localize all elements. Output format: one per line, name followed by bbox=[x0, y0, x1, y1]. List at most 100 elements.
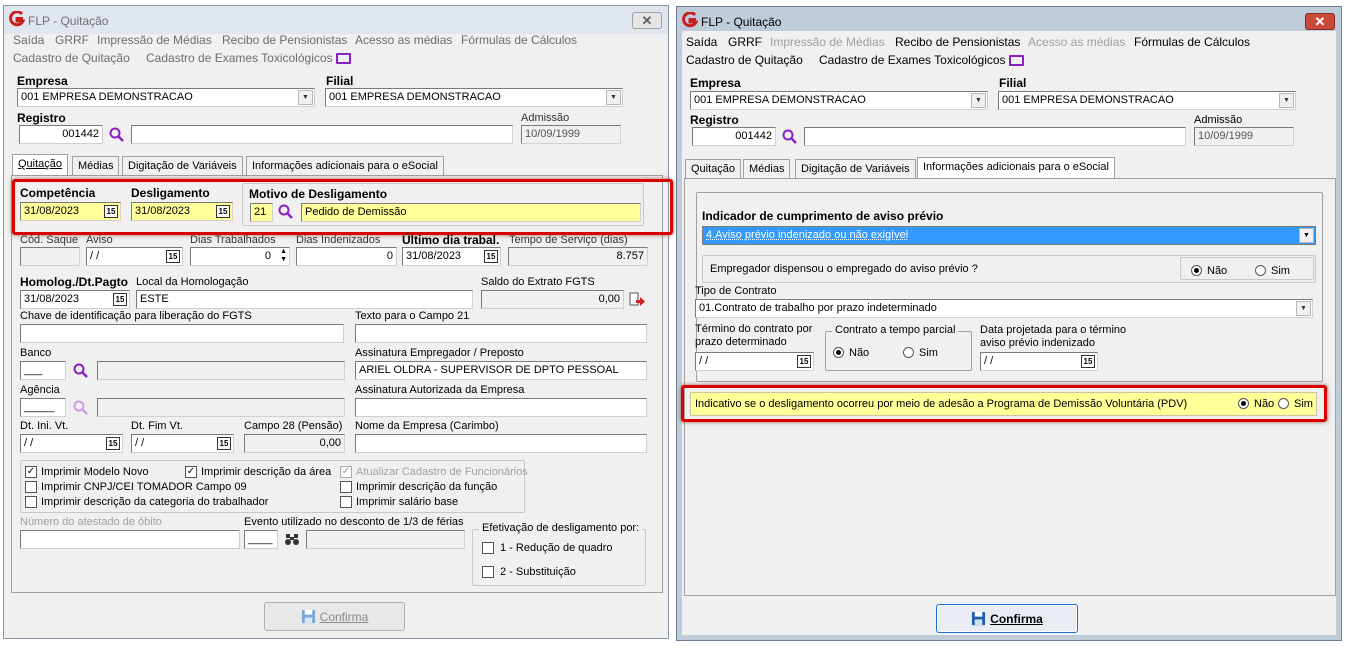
confirma-button[interactable]: Confirma bbox=[264, 602, 405, 631]
tab-digitacao-variaveis[interactable]: Digitação de Variáveis bbox=[795, 159, 916, 178]
aviso-previo-select[interactable]: 4.Aviso prévio indenizado ou não exigíve… bbox=[702, 226, 1316, 245]
menu-recibo-pensionistas[interactable]: Recibo de Pensionistas bbox=[895, 35, 1020, 49]
menu-impressao-medias[interactable]: Impressão de Médias bbox=[770, 35, 885, 49]
termino-contrato-date-input[interactable]: / /15 bbox=[695, 352, 814, 371]
chk-modelo-novo[interactable]: ✓ bbox=[25, 466, 37, 478]
registro-name-field[interactable] bbox=[131, 125, 513, 144]
assinatura-autorizada-input[interactable] bbox=[355, 398, 647, 417]
dt-ini-vt-date-input[interactable]: / /15 bbox=[20, 434, 123, 453]
dias-indenizados-field[interactable]: 0 bbox=[296, 247, 397, 266]
dt-fim-vt-date-input[interactable]: / /15 bbox=[131, 434, 234, 453]
nome-empresa-label: Nome da Empresa (Carimbo) bbox=[355, 420, 499, 432]
tempo-parcial-label: Contrato a tempo parcial bbox=[832, 324, 959, 336]
termino-contrato-label-1: Término do contrato por bbox=[695, 323, 813, 335]
menu-recibo-pensionistas[interactable]: Recibo de Pensionistas bbox=[222, 33, 347, 47]
tempo-servico-field: 8.757 bbox=[508, 247, 648, 266]
tab-medias[interactable]: Médias bbox=[72, 156, 120, 175]
window-title: FLP - Quitação bbox=[28, 14, 109, 28]
tab-informacoes-esocial[interactable]: Informações adicionais para o eSocial bbox=[917, 157, 1115, 178]
chevron-down-icon: ▼ bbox=[971, 93, 986, 108]
assinatura-empregador-input[interactable]: ARIEL OLDRA - SUPERVISOR DE DPTO PESSOAL bbox=[355, 361, 647, 380]
menu-saida[interactable]: Saída bbox=[686, 35, 717, 49]
calendar-icon[interactable]: 15 bbox=[484, 250, 498, 263]
menu-cadastro-exames[interactable]: Cadastro de Exames Toxicológicos bbox=[146, 51, 333, 65]
atestado-obito-input[interactable] bbox=[20, 530, 240, 549]
filial-label: Filial bbox=[326, 74, 354, 88]
nome-empresa-input[interactable] bbox=[355, 434, 647, 453]
chk-salario-base[interactable] bbox=[340, 496, 352, 508]
calendar-icon[interactable]: 15 bbox=[1081, 355, 1095, 368]
tab-quitacao[interactable]: Quitação bbox=[685, 159, 742, 178]
chk-cnpj-tomador[interactable] bbox=[25, 481, 37, 493]
calendar-icon[interactable]: 15 bbox=[217, 437, 231, 450]
filial-select[interactable]: 001 EMPRESA DEMONSTRACAO ▼ bbox=[325, 88, 623, 107]
chk-descricao-funcao[interactable] bbox=[340, 481, 352, 493]
close-button[interactable]: ✕ bbox=[632, 12, 662, 29]
export-arrow-icon[interactable] bbox=[628, 291, 646, 309]
dt-ini-vt-label: Dt. Ini. Vt. bbox=[20, 420, 69, 432]
registro-input[interactable]: 001442 bbox=[19, 125, 103, 144]
menu-cadastro-quitacao[interactable]: Cadastro de Quitação bbox=[686, 53, 803, 67]
tab-informacoes-esocial[interactable]: Informações adicionais para o eSocial bbox=[246, 156, 444, 175]
tab-quitacao[interactable]: Quitação bbox=[12, 154, 69, 175]
search-icon[interactable] bbox=[108, 126, 126, 144]
evento-input[interactable]: ____ bbox=[244, 530, 278, 549]
calendar-icon[interactable]: 15 bbox=[113, 293, 127, 306]
monitor-icon[interactable] bbox=[336, 53, 351, 64]
registro-name-field[interactable] bbox=[804, 127, 1186, 146]
calendar-icon[interactable]: 15 bbox=[797, 355, 811, 368]
dispensou-radio-nao[interactable] bbox=[1191, 265, 1202, 276]
spin-arrows-icon[interactable]: ▲ ▼ bbox=[280, 248, 287, 264]
tempo-parcial-radio-nao[interactable] bbox=[833, 347, 844, 358]
homolog-date-input[interactable]: 31/08/2023 15 bbox=[20, 290, 130, 309]
binoculars-icon[interactable] bbox=[284, 531, 300, 547]
menu-grrf[interactable]: GRRF bbox=[728, 35, 762, 49]
data-projetada-date-input[interactable]: / /15 bbox=[980, 352, 1098, 371]
chk-descricao-area[interactable]: ✓ bbox=[185, 466, 197, 478]
calendar-icon[interactable]: 15 bbox=[106, 437, 120, 450]
chevron-down-icon: ▼ bbox=[1296, 301, 1311, 316]
chevron-down-icon: ▼ bbox=[298, 90, 313, 105]
menu-impressao-medias[interactable]: Impressão de Médias bbox=[97, 33, 212, 47]
dias-trabalhados-label: Dias Trabalhados bbox=[190, 234, 276, 246]
aviso-date-input[interactable]: / /15 bbox=[86, 247, 183, 266]
menu-grrf[interactable]: GRRF bbox=[55, 33, 89, 47]
chk-categoria-trabalhador[interactable] bbox=[25, 496, 37, 508]
tab-digitacao-variaveis[interactable]: Digitação de Variáveis bbox=[122, 156, 243, 175]
dispensou-radio-sim[interactable] bbox=[1255, 265, 1266, 276]
tipo-contrato-select[interactable]: 01.Contrato de trabalho por prazo indete… bbox=[695, 299, 1313, 318]
search-icon[interactable] bbox=[72, 399, 90, 417]
cod-saque-field bbox=[20, 247, 80, 266]
local-homolog-input[interactable]: ESTE bbox=[136, 290, 473, 309]
chk-reducao-quadro[interactable] bbox=[482, 542, 494, 554]
ultimo-dia-date-input[interactable]: 31/08/2023 15 bbox=[402, 247, 501, 266]
tempo-parcial-radio-sim[interactable] bbox=[903, 347, 914, 358]
menu-cadastro-exames[interactable]: Cadastro de Exames Toxicológicos bbox=[819, 53, 1006, 67]
registro-input[interactable]: 001442 bbox=[692, 127, 776, 146]
menu-acesso-medias[interactable]: Acesso as médias bbox=[1028, 35, 1125, 49]
monitor-icon[interactable] bbox=[1009, 55, 1024, 66]
menu-saida[interactable]: Saída bbox=[13, 33, 44, 47]
dias-trabalhados-stepper[interactable]: 0 ▲ ▼ bbox=[190, 247, 290, 266]
menu-formulas-calculos[interactable]: Fórmulas de Cálculos bbox=[1134, 35, 1250, 49]
empresa-select[interactable]: 001 EMPRESA DEMONSTRACAO ▼ bbox=[690, 91, 988, 110]
dispensou-radio-sim-label: Sim bbox=[1271, 265, 1290, 277]
texto-campo21-input[interactable] bbox=[355, 324, 647, 343]
search-icon[interactable] bbox=[72, 362, 90, 380]
menu-formulas-calculos[interactable]: Fórmulas de Cálculos bbox=[461, 33, 577, 47]
menu-cadastro-quitacao[interactable]: Cadastro de Quitação bbox=[13, 51, 130, 65]
banco-input[interactable]: ___ bbox=[20, 361, 66, 380]
tab-medias[interactable]: Médias bbox=[743, 159, 791, 178]
calendar-icon[interactable]: 15 bbox=[166, 250, 180, 263]
filial-select[interactable]: 001 EMPRESA DEMONSTRACAO ▼ bbox=[998, 91, 1296, 110]
chk-atualizar-cadastro-label: Atualizar Cadastro de Funcionários bbox=[356, 466, 528, 478]
confirma-button[interactable]: Confirma bbox=[936, 604, 1078, 633]
empresa-select[interactable]: 001 EMPRESA DEMONSTRACAO ▼ bbox=[17, 88, 315, 107]
chk-substituicao[interactable] bbox=[482, 566, 494, 578]
menu-acesso-medias[interactable]: Acesso as médias bbox=[355, 33, 452, 47]
close-button[interactable]: ✕ bbox=[1305, 13, 1335, 30]
search-icon[interactable] bbox=[781, 128, 799, 146]
chave-fgts-input[interactable] bbox=[20, 324, 344, 343]
texto-campo21-label: Texto para o Campo 21 bbox=[355, 310, 470, 322]
agencia-input[interactable]: _____ bbox=[20, 398, 66, 417]
